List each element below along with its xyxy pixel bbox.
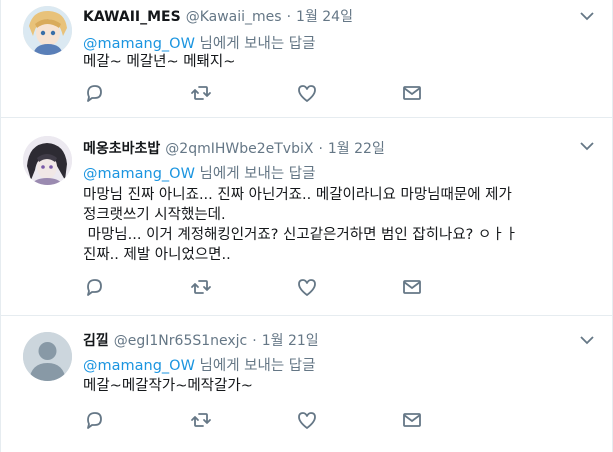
tweet-actions bbox=[83, 82, 423, 104]
reply-icon[interactable] bbox=[83, 276, 105, 298]
timestamp[interactable]: 1월 24일 bbox=[296, 6, 353, 26]
tweet-text-line-1: 마망님 진짜 아니죠... 진짜 아닌거죠.. 메갈이라니요 마망님때문에 제가 bbox=[83, 187, 512, 203]
tweet-header: 메옹초바초밥 @2qmIHWbe2eTvbiX · 1월 22일 bbox=[83, 138, 385, 158]
separator-dot: · bbox=[286, 9, 292, 25]
display-name[interactable]: 김낄 bbox=[83, 330, 109, 350]
separator-dot: · bbox=[252, 333, 257, 349]
retweet-icon[interactable] bbox=[190, 276, 212, 298]
tweet-feed: KAWAII_MES @Kawaii_mes · 1월 24일 @mamang_… bbox=[0, 0, 613, 452]
reply-label: 님에게 보내는 답글 bbox=[199, 166, 316, 182]
tweet-text-line-3: 마망님... 이거 계정해킹인거죠? 신고같은거하면 범인 잡히나요? ㅇㅏㅏ bbox=[83, 227, 519, 243]
tweet-2[interactable]: 메옹초바초밥 @2qmIHWbe2eTvbiX · 1월 22일 @mamang… bbox=[1, 119, 613, 316]
chevron-down-icon[interactable] bbox=[579, 332, 595, 348]
username[interactable]: @2qmIHWbe2eTvbiX bbox=[165, 141, 313, 157]
tweet-header: 김낄 @egI1Nr65S1nexjc · 1월 21일 bbox=[83, 330, 319, 350]
reply-label: 님에게 보내는 답글 bbox=[199, 358, 316, 374]
tweet-actions bbox=[83, 276, 423, 298]
tweet-text: 메갈~메갈작가~메작갈가~ bbox=[83, 378, 253, 394]
replying-to: @mamang_OW 님에게 보내는 답글 bbox=[83, 162, 315, 183]
display-name[interactable]: 메옹초바초밥 bbox=[83, 138, 160, 158]
heart-icon[interactable] bbox=[296, 409, 318, 431]
envelope-icon[interactable] bbox=[401, 82, 423, 104]
reply-label: 님에게 보내는 답글 bbox=[199, 36, 316, 52]
mention-link[interactable]: @mamang_OW bbox=[83, 358, 195, 374]
chevron-down-icon[interactable] bbox=[579, 138, 595, 154]
username[interactable]: @egI1Nr65S1nexjc bbox=[114, 333, 248, 349]
replying-to: @mamang_OW 님에게 보내는 답글 bbox=[83, 354, 315, 375]
reply-icon[interactable] bbox=[83, 409, 105, 431]
tweet-actions bbox=[83, 409, 423, 431]
tweet-text-line-4: 진짜.. 제발 아니었으면.. bbox=[83, 247, 231, 263]
heart-icon[interactable] bbox=[296, 82, 318, 104]
display-name[interactable]: KAWAII_MES bbox=[83, 9, 181, 25]
tweet-text-line-2: 정크랫쓰기 시작했는데. bbox=[83, 207, 226, 223]
timestamp[interactable]: 1월 22일 bbox=[328, 138, 385, 158]
tweet-header: KAWAII_MES @Kawaii_mes · 1월 24일 bbox=[83, 6, 353, 26]
envelope-icon[interactable] bbox=[401, 409, 423, 431]
mention-link[interactable]: @mamang_OW bbox=[83, 36, 195, 52]
chevron-down-icon[interactable] bbox=[579, 8, 595, 24]
retweet-icon[interactable] bbox=[190, 82, 212, 104]
tweet-3[interactable]: 김낄 @egI1Nr65S1nexjc · 1월 21일 @mamang_OW … bbox=[1, 317, 613, 452]
timestamp[interactable]: 1월 21일 bbox=[262, 330, 319, 350]
avatar[interactable] bbox=[23, 6, 72, 55]
mention-link[interactable]: @mamang_OW bbox=[83, 166, 195, 182]
avatar[interactable] bbox=[23, 136, 72, 185]
reply-icon[interactable] bbox=[83, 82, 105, 104]
replying-to: @mamang_OW 님에게 보내는 답글 bbox=[83, 32, 315, 53]
tweet-text: 메갈~ 메갈년~ 메퇘지~ bbox=[83, 54, 236, 70]
avatar[interactable] bbox=[23, 332, 72, 381]
tweet-1[interactable]: KAWAII_MES @Kawaii_mes · 1월 24일 @mamang_… bbox=[1, 0, 613, 118]
heart-icon[interactable] bbox=[296, 276, 318, 298]
retweet-icon[interactable] bbox=[190, 409, 212, 431]
separator-dot: · bbox=[318, 141, 323, 157]
username[interactable]: @Kawaii_mes bbox=[186, 9, 282, 25]
envelope-icon[interactable] bbox=[401, 276, 423, 298]
